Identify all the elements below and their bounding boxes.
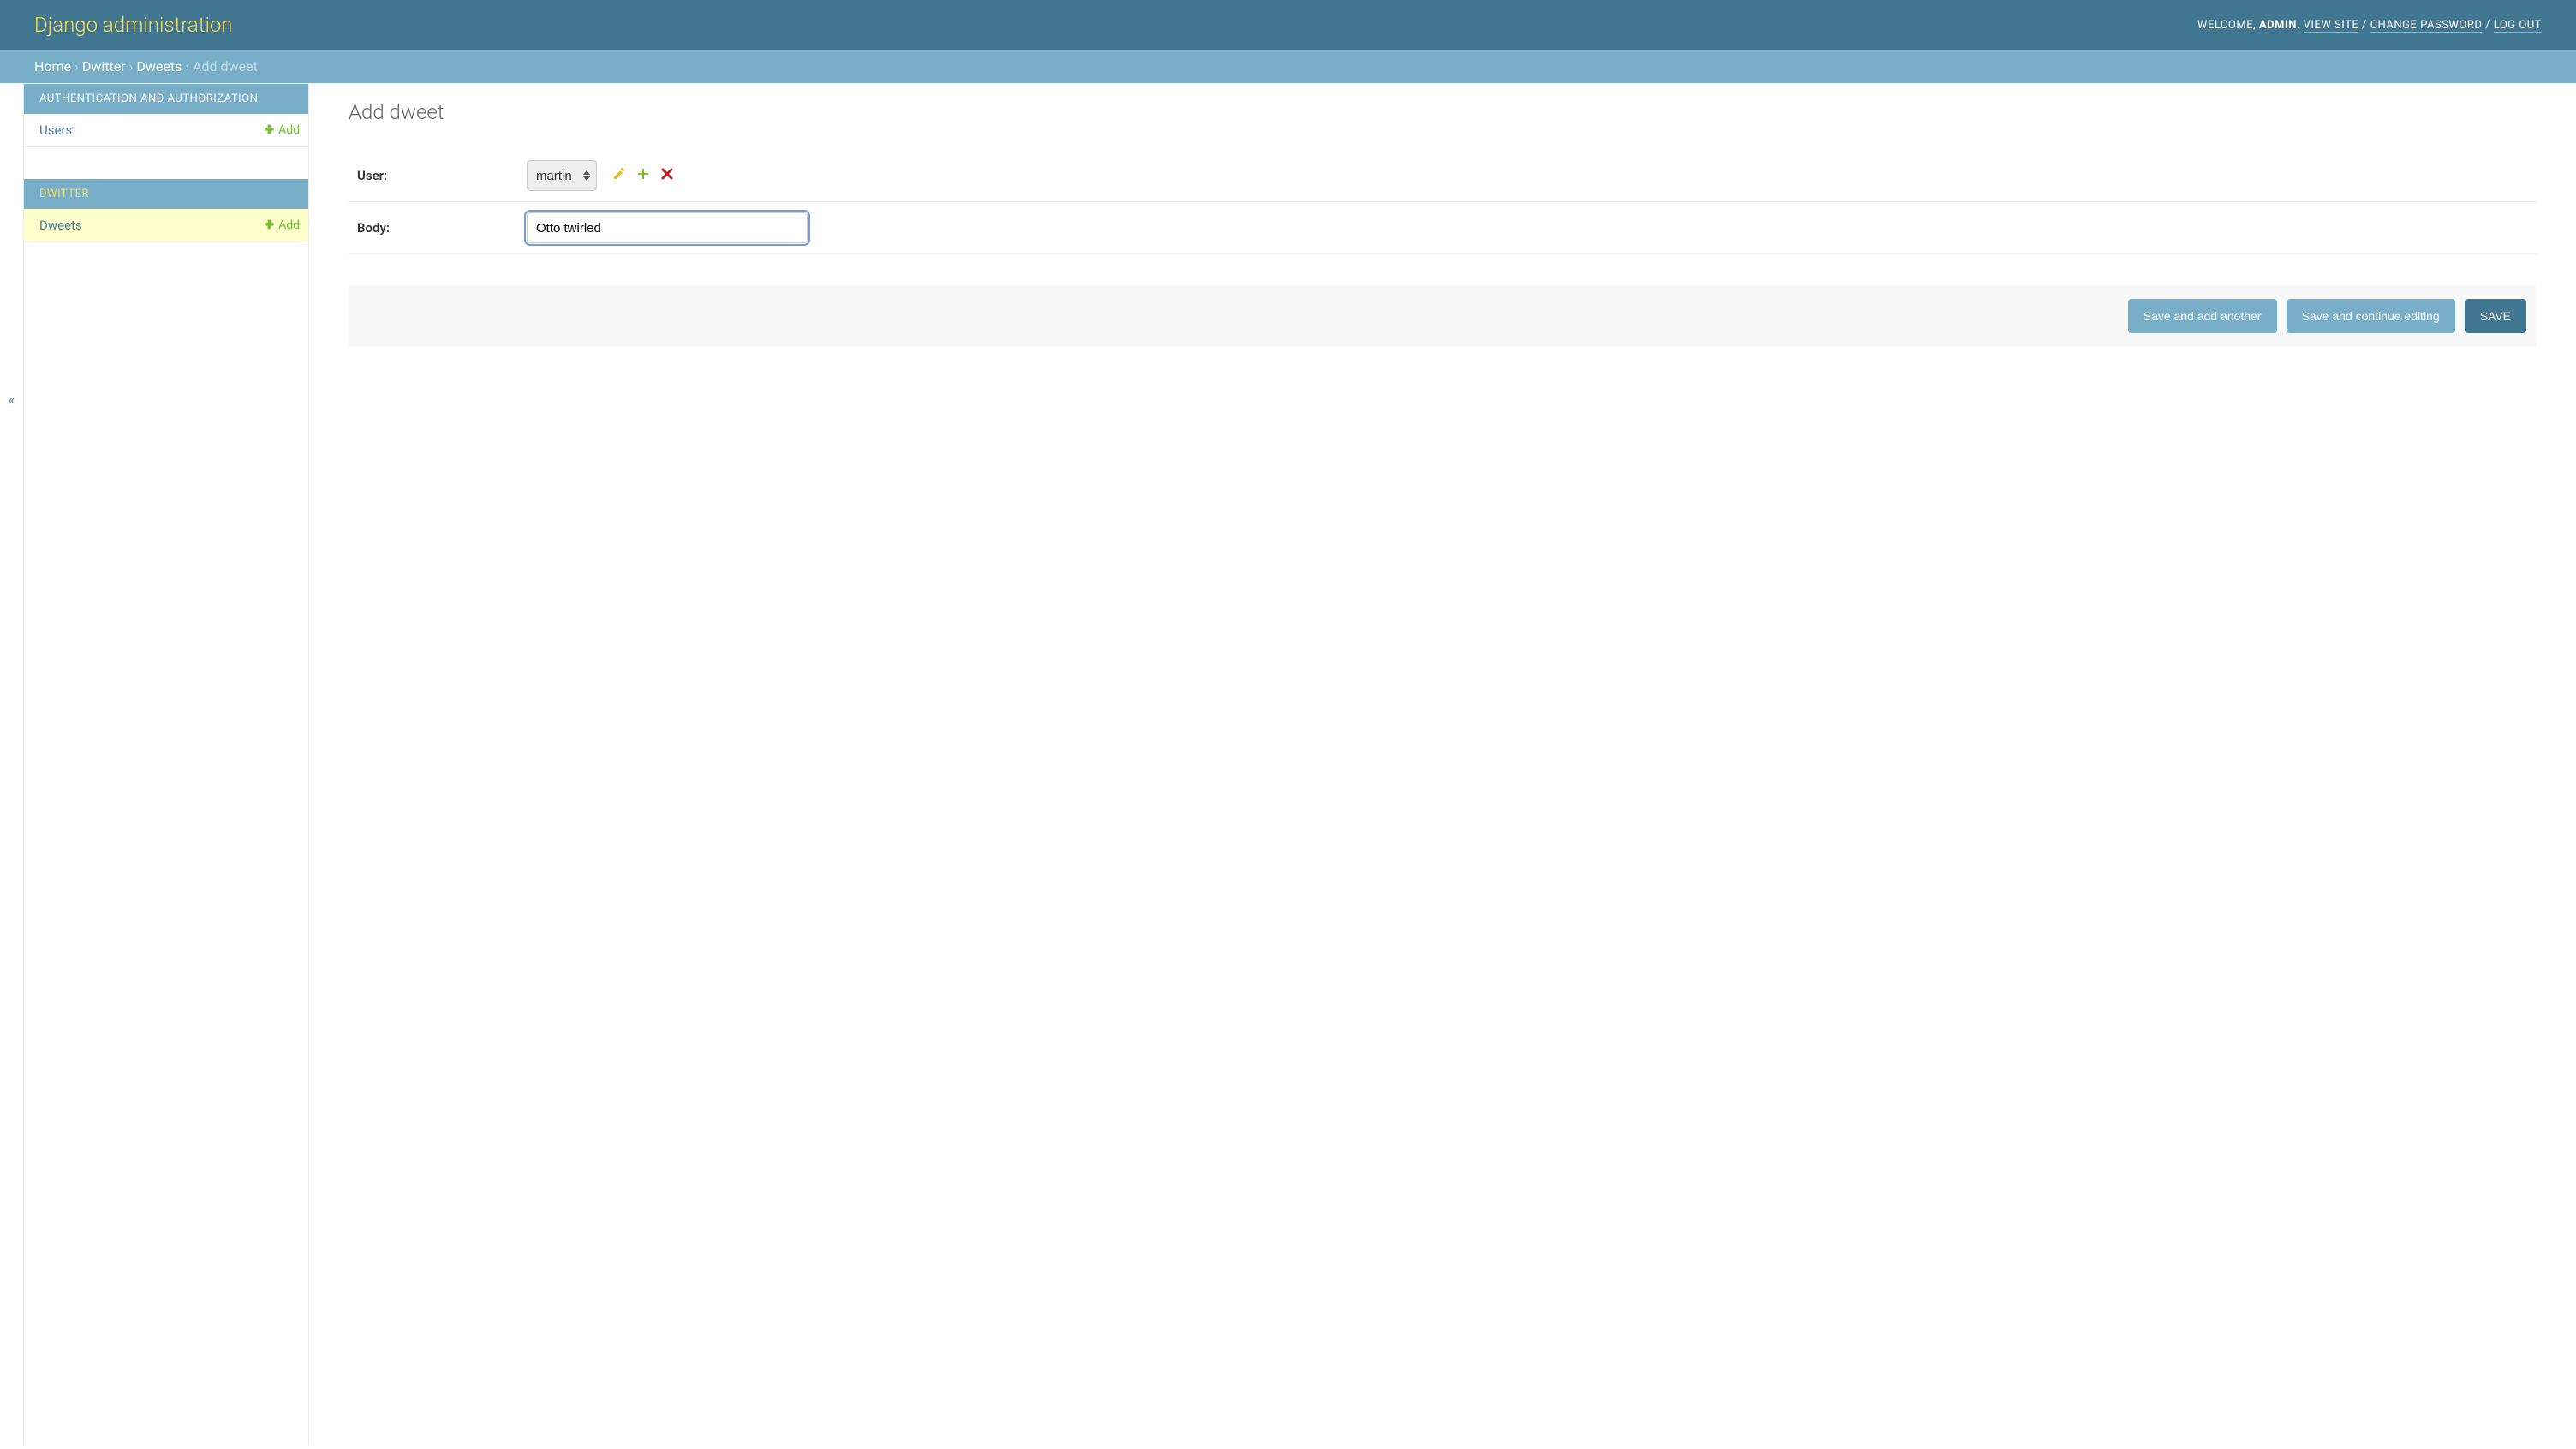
breadcrumb-model[interactable]: Dweets — [136, 58, 182, 75]
app-module-auth: Authentication and Authorization Users ✚… — [24, 84, 308, 147]
app-module-dwitter: Dwitter Dweets ✚ Add — [24, 179, 308, 242]
add-users-link[interactable]: ✚ Add — [264, 123, 300, 137]
label-body: Body: — [349, 220, 527, 236]
breadcrumb-home[interactable]: Home — [34, 58, 71, 75]
add-related-button[interactable] — [636, 167, 650, 184]
logout-link[interactable]: Log out — [2494, 19, 2542, 33]
sidebar-link-users[interactable]: Users — [39, 122, 72, 138]
body-input[interactable] — [527, 212, 808, 243]
plus-icon — [636, 167, 650, 181]
form-row-body: Body: — [349, 202, 2537, 254]
site-title[interactable]: Django administration — [34, 13, 233, 37]
form-row-user: User: martin — [349, 150, 2537, 202]
view-site-link[interactable]: View site — [2304, 19, 2359, 33]
save-continue-button[interactable] — [2287, 299, 2455, 333]
page-title: Add dweet — [349, 100, 2537, 124]
pencil-icon — [612, 167, 626, 181]
change-password-link[interactable]: Change password — [2370, 19, 2483, 33]
plus-icon: ✚ — [264, 123, 274, 137]
header: Django administration Welcome, ADMIN. Vi… — [0, 0, 2576, 50]
site-title-link[interactable]: Django administration — [34, 13, 233, 37]
user-select[interactable]: martin — [527, 160, 597, 191]
app-section-auth-link[interactable]: Authentication and Authorization — [39, 92, 258, 105]
save-add-another-button[interactable] — [2128, 299, 2277, 333]
sidebar-item-dweets: Dweets ✚ Add — [24, 209, 308, 242]
delete-related-button[interactable] — [660, 167, 674, 184]
username: ADMIN — [2259, 19, 2297, 32]
app-section-auth[interactable]: Authentication and Authorization — [24, 84, 308, 114]
branding: Django administration — [34, 13, 233, 37]
label-user: User: — [349, 168, 527, 183]
plus-icon: ✚ — [264, 218, 274, 232]
add-dweets-link[interactable]: ✚ Add — [264, 218, 300, 232]
breadcrumb-current: Add dweet — [193, 58, 258, 75]
sidebar-link-dweets[interactable]: Dweets — [39, 218, 82, 233]
x-icon — [660, 167, 674, 181]
welcome-text: Welcome, — [2197, 19, 2259, 32]
submit-row — [349, 285, 2537, 347]
change-related-button[interactable] — [612, 167, 626, 184]
toggle-sidebar-icon: « — [9, 391, 15, 408]
save-button[interactable] — [2465, 299, 2526, 333]
breadcrumb-app[interactable]: Dwitter — [82, 58, 126, 75]
breadcrumb: Home › Dwitter › Dweets › Add dweet — [0, 50, 2576, 83]
user-tools: Welcome, ADMIN. View site / Change passw… — [2197, 19, 2542, 32]
sidebar-item-users: Users ✚ Add — [24, 114, 308, 147]
toggle-sidebar-button[interactable]: « — [0, 83, 24, 1445]
nav-sidebar: Authentication and Authorization Users ✚… — [24, 83, 309, 1445]
content: Add dweet User: martin — [309, 83, 2576, 1445]
app-section-dwitter-link[interactable]: Dwitter — [39, 188, 89, 200]
app-section-dwitter[interactable]: Dwitter — [24, 179, 308, 209]
